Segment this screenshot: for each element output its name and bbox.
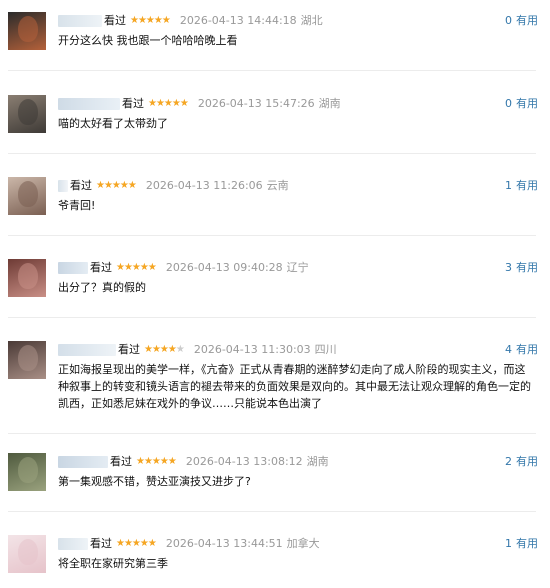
- comment-location: 四川: [314, 343, 337, 356]
- vote-count: 2: [505, 455, 512, 468]
- watched-label: 看过: [118, 343, 140, 356]
- useful-vote-button[interactable]: 4 有用: [505, 341, 538, 359]
- star-icons: ★★★★: [144, 344, 177, 355]
- user-name-blurred[interactable]: [58, 98, 120, 110]
- user-avatar[interactable]: [8, 177, 46, 215]
- user-name-blurred[interactable]: [58, 180, 68, 192]
- vote-label: 有用: [516, 261, 538, 274]
- comment-divider: [8, 317, 536, 318]
- rating-stars: ★★★★★: [116, 262, 157, 273]
- user-avatar[interactable]: [8, 453, 46, 491]
- rating-stars: ★★★★★: [96, 180, 137, 191]
- comment-time: 2026-04-13 09:40:28: [165, 261, 283, 274]
- vote-count: 4: [505, 343, 512, 356]
- user-avatar[interactable]: [8, 535, 46, 573]
- vote-count: 0: [505, 97, 512, 110]
- vote-count: 1: [505, 179, 512, 192]
- comment-divider: [8, 70, 536, 71]
- watched-label: 看过: [122, 97, 144, 110]
- comment-text: 爷青回!: [58, 199, 96, 212]
- watched-label: 看过: [90, 261, 112, 274]
- vote-count: 1: [505, 537, 512, 550]
- user-name-blurred[interactable]: [58, 262, 88, 274]
- comment-meta: 看过 ★★★★★ 2026-04-13 14:44:18 湖北: [58, 12, 323, 30]
- star-icons: ★★★★★: [116, 538, 157, 549]
- comment-location: 湖北: [300, 14, 323, 27]
- comment-meta: 看过 ★★★★★ 2026-04-13 13:44:51 加拿大: [58, 535, 320, 553]
- vote-label: 有用: [516, 14, 538, 27]
- comment-meta: 看过 ★★★★★ 2026-04-13 13:08:12 湖南: [58, 453, 329, 471]
- comment-divider: [8, 235, 536, 236]
- comment-text: 喵的太好看了太带劲了: [58, 117, 168, 130]
- rating-stars: ★★★★★: [116, 538, 157, 549]
- useful-vote-button[interactable]: 2 有用: [505, 453, 538, 471]
- comment-divider: [8, 511, 536, 512]
- vote-label: 有用: [516, 455, 538, 468]
- star-icons: ★★★★★: [116, 262, 157, 273]
- user-avatar[interactable]: [8, 259, 46, 297]
- star-icons: ★★★★★: [148, 98, 189, 109]
- comment-location: 辽宁: [286, 261, 309, 274]
- comment-text: 将全职在家研究第三季: [58, 557, 168, 570]
- star-icons: ★★★★★: [130, 15, 171, 26]
- useful-vote-button[interactable]: 0 有用: [505, 95, 538, 113]
- useful-vote-button[interactable]: 3 有用: [505, 259, 538, 277]
- comment-location: 云南: [266, 179, 289, 192]
- user-avatar[interactable]: [8, 95, 46, 133]
- star-empty-icon: ★: [175, 344, 185, 355]
- comment-time: 2026-04-13 11:26:06: [145, 179, 263, 192]
- user-name-blurred[interactable]: [58, 538, 88, 550]
- rating-stars: ★★★★★: [130, 15, 171, 26]
- user-name-blurred[interactable]: [58, 456, 108, 468]
- vote-label: 有用: [516, 97, 538, 110]
- comment-text: 正如海报呈现出的美学一样，《亢奋》正式从青春期的迷醉梦幻走向了成人阶段的现实主义…: [58, 363, 531, 410]
- comment-text: 第一集观感不错，赞达亚演技又进步了?: [58, 475, 251, 488]
- useful-vote-button[interactable]: 1 有用: [505, 535, 538, 553]
- watched-label: 看过: [104, 14, 126, 27]
- comment-meta: 看过 ★★★★★ 2026-04-13 11:26:06 云南: [58, 177, 289, 195]
- comment-meta: 看过 ★★★★★ 2026-04-13 09:40:28 辽宁: [58, 259, 309, 277]
- user-name-blurred[interactable]: [58, 344, 116, 356]
- comment-location: 加拿大: [286, 537, 320, 550]
- comment-text: 出分了？真的假的: [58, 281, 146, 294]
- vote-label: 有用: [516, 343, 538, 356]
- comment-meta: 看过 ★★★★★ 2026-04-13 15:47:26 湖南: [58, 95, 341, 113]
- comment-time: 2026-04-13 11:30:03: [193, 343, 311, 356]
- comment-location: 湖南: [306, 455, 329, 468]
- rating-stars: ★★★★★: [144, 344, 185, 355]
- comment-time: 2026-04-13 15:47:26: [197, 97, 315, 110]
- star-icons: ★★★★★: [96, 180, 137, 191]
- user-avatar[interactable]: [8, 341, 46, 379]
- user-name-blurred[interactable]: [58, 15, 102, 27]
- watched-label: 看过: [90, 537, 112, 550]
- star-icons: ★★★★★: [136, 456, 177, 467]
- comment-time: 2026-04-13 13:08:12: [185, 455, 303, 468]
- comment-time: 2026-04-13 13:44:51: [165, 537, 283, 550]
- rating-stars: ★★★★★: [136, 456, 177, 467]
- useful-vote-button[interactable]: 0 有用: [505, 12, 538, 30]
- watched-label: 看过: [110, 455, 132, 468]
- comment-divider: [8, 153, 536, 154]
- watched-label: 看过: [70, 179, 92, 192]
- comment-location: 湖南: [318, 97, 341, 110]
- comment-meta: 看过 ★★★★★ 2026-04-13 11:30:03 四川: [58, 341, 337, 359]
- vote-label: 有用: [516, 537, 538, 550]
- rating-stars: ★★★★★: [148, 98, 189, 109]
- user-avatar[interactable]: [8, 12, 46, 50]
- vote-label: 有用: [516, 179, 538, 192]
- comment-divider: [8, 433, 536, 434]
- useful-vote-button[interactable]: 1 有用: [505, 177, 538, 195]
- comment-time: 2026-04-13 14:44:18: [179, 14, 297, 27]
- comment-text: 开分这么快 我也跟一个哈哈哈晚上看: [58, 34, 238, 47]
- vote-count: 3: [505, 261, 512, 274]
- vote-count: 0: [505, 14, 512, 27]
